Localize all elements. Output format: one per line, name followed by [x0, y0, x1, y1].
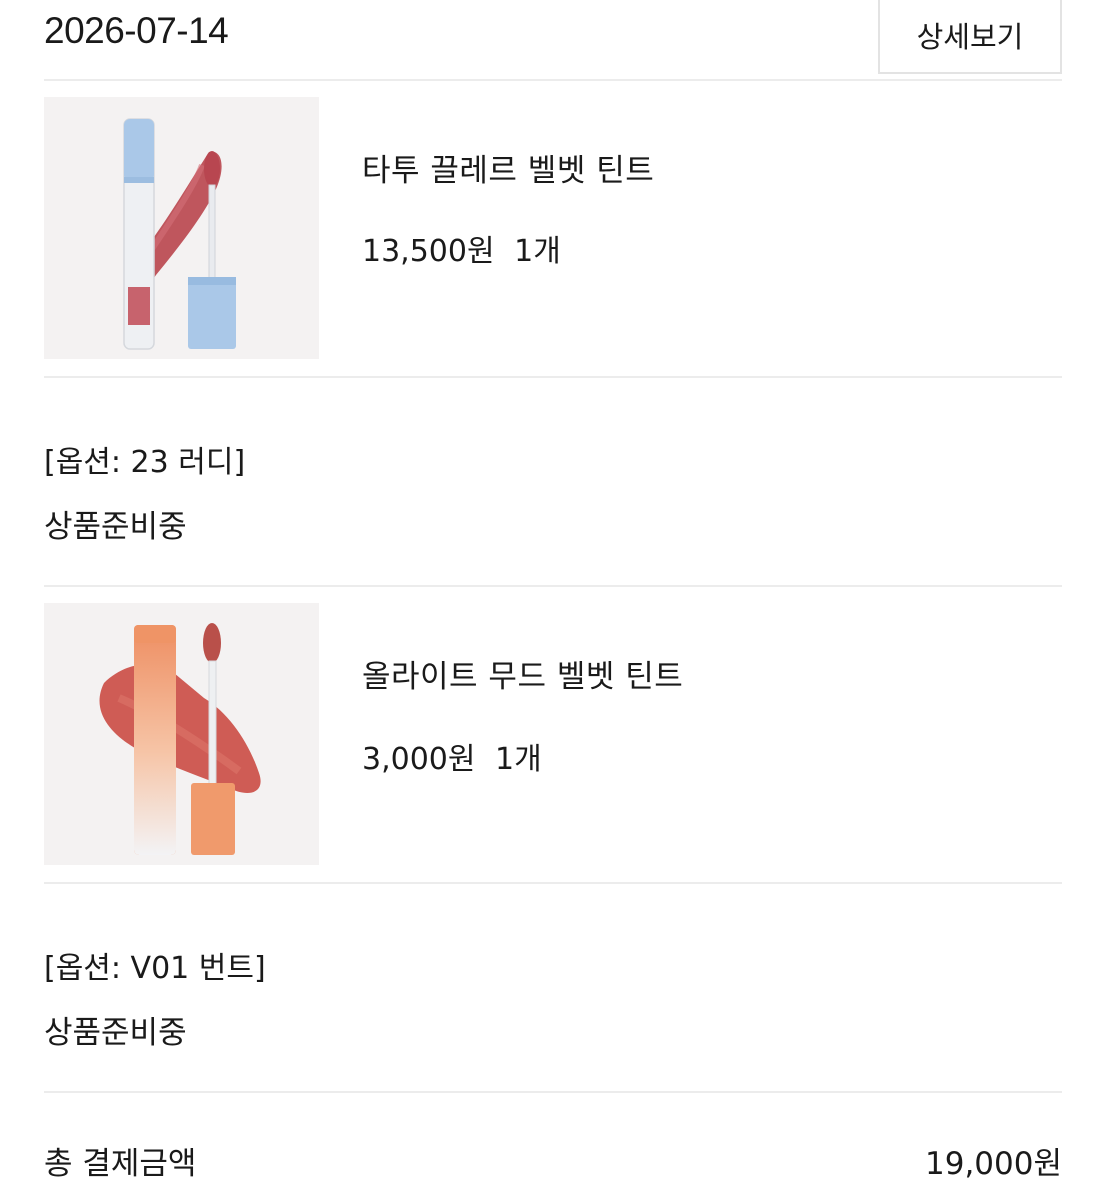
- option-block: [옵션: 23 러디] 상품준비중: [44, 393, 1062, 587]
- product-name[interactable]: 올라이트 무드 벨벳 틴트: [362, 651, 683, 696]
- product-quantity: 1개: [495, 742, 542, 777]
- detail-button[interactable]: 상세보기: [878, 0, 1062, 74]
- product-row[interactable]: 타투 끌레르 벨벳 틴트 13,500원 1개: [44, 79, 1062, 378]
- lip-tint-blue-cap-icon: [123, 118, 236, 350]
- order-card: 2026-07-14 상세보기 타투 끌레르 벨벳 틴트 13,500원 1개 …: [44, 0, 1062, 1200]
- product-price-quantity: 13,500원 1개: [362, 226, 561, 270]
- lip-tint-orange-icon: [99, 623, 261, 855]
- order-header: 2026-07-14 상세보기: [44, 0, 1062, 81]
- total-label: 총 결제금액: [44, 1146, 197, 1182]
- option-block: [옵션: V01 번트] 상품준비중: [44, 899, 1062, 1093]
- product-image-2[interactable]: [44, 603, 319, 865]
- order-status: 상품준비중: [44, 1015, 187, 1051]
- product-price: 3,000원: [362, 742, 476, 777]
- product-name[interactable]: 타투 끌레르 벨벳 틴트: [362, 145, 654, 190]
- product-price: 13,500원: [362, 234, 495, 269]
- total-amount: 19,000원: [925, 1146, 1062, 1182]
- product-price-quantity: 3,000원 1개: [362, 734, 542, 778]
- redacted-area: [252, 16, 592, 58]
- product-row[interactable]: 올라이트 무드 벨벳 틴트 3,000원 1개: [44, 585, 1062, 884]
- option-label: [옵션: V01 번트]: [44, 951, 266, 986]
- payment-total: 총 결제금액 19,000원: [44, 1094, 1062, 1200]
- option-label: [옵션: 23 러디]: [44, 445, 246, 480]
- order-date: 2026-07-14: [44, 10, 229, 51]
- order-status: 상품준비중: [44, 509, 187, 545]
- product-quantity: 1개: [514, 234, 561, 269]
- product-image-1[interactable]: [44, 97, 319, 359]
